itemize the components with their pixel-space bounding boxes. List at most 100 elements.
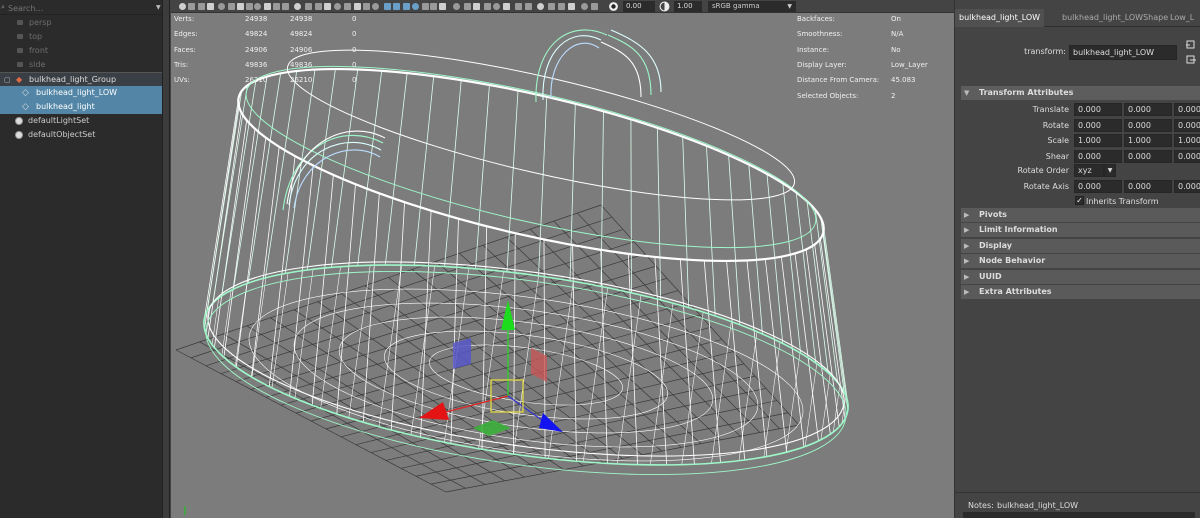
image-plane-icon[interactable]: [198, 3, 205, 10]
outliner-item-top[interactable]: top: [0, 30, 162, 44]
depth-of-field-icon[interactable]: [384, 3, 391, 10]
gamma-icon[interactable]: [659, 1, 670, 12]
node-name-field[interactable]: bulkhead_light_LOW: [1069, 45, 1177, 60]
rotate-z-field[interactable]: 0.000: [1174, 118, 1200, 132]
notes-text-area[interactable]: [963, 512, 1195, 518]
tab-transform-node[interactable]: bulkhead_light_LOW: [955, 9, 1045, 27]
screen-space-ao-icon[interactable]: [354, 3, 361, 10]
body-wall-edge: [420, 210, 432, 438]
shear-z-field[interactable]: 0.000: [1174, 149, 1200, 163]
bookmark-icon[interactable]: [188, 3, 195, 10]
outliner-item-high[interactable]: ◇ bulkhead_light: [0, 100, 162, 114]
shear-y-field[interactable]: 0.000: [1124, 149, 1172, 163]
bookmark-icon[interactable]: [473, 3, 480, 10]
safe-title-icon[interactable]: [568, 3, 575, 10]
scale-z-field[interactable]: 1.000: [1174, 134, 1200, 147]
outliner-item-low[interactable]: ◇ bulkhead_light_LOW: [0, 86, 162, 100]
wireframe-icon[interactable]: [581, 3, 588, 10]
use-all-lights-icon[interactable]: [334, 3, 341, 10]
resolution-gate-icon[interactable]: [525, 3, 532, 10]
translate-z-field[interactable]: 0.000: [1174, 103, 1200, 116]
scale-y-field[interactable]: 1.000: [1124, 134, 1172, 147]
use-default-material-icon[interactable]: [305, 3, 312, 10]
camera-view-icon[interactable]: [439, 3, 446, 10]
panel-splitter[interactable]: [162, 0, 170, 518]
grease-pencil-icon[interactable]: [207, 3, 214, 10]
camera-attributes-icon[interactable]: [179, 3, 186, 10]
outliner-item-object-set[interactable]: defaultObjectSet: [0, 128, 162, 142]
outliner-item-persp[interactable]: persp: [0, 16, 162, 30]
field-chart-icon[interactable]: [254, 3, 261, 10]
xray-joints-icon[interactable]: [412, 3, 419, 10]
xray-icon[interactable]: [403, 3, 410, 10]
section-extra-attributes[interactable]: ▶ Extra Attributes: [961, 285, 1200, 299]
outliner-item-front[interactable]: front: [0, 44, 162, 58]
rotate-order-dropdown[interactable]: xyz: [1074, 164, 1104, 177]
wireframe-icon[interactable]: [282, 3, 289, 10]
cube-icon[interactable]: [430, 3, 437, 10]
rotate-axis-z-field[interactable]: 0.000: [1174, 180, 1200, 193]
rotate-axis-y-field[interactable]: 0.000: [1124, 180, 1172, 193]
xray-components-icon[interactable]: [422, 3, 429, 10]
inherits-transform-checkbox[interactable]: ✓: [1075, 196, 1084, 205]
safe-action-icon[interactable]: [558, 3, 565, 10]
image-plane-icon[interactable]: [484, 3, 491, 10]
safe-title-icon[interactable]: [273, 3, 280, 10]
section-limit-information[interactable]: ▶ Limit Information: [961, 223, 1200, 238]
isolate-select-icon[interactable]: [393, 3, 400, 10]
film-gate-icon[interactable]: [228, 3, 235, 10]
safe-action-icon[interactable]: [264, 3, 271, 10]
translate-y-field[interactable]: 0.000: [1124, 103, 1172, 116]
chevron-down-icon[interactable]: ▼: [156, 4, 161, 11]
smooth-shade-icon[interactable]: [591, 3, 598, 10]
gamma-field[interactable]: 1.00: [674, 1, 702, 12]
body-wall-edge: [357, 70, 383, 266]
outliner-item-light-set[interactable]: defaultLightSet: [0, 114, 162, 128]
chevron-down-icon[interactable]: ▼: [1104, 164, 1116, 177]
shadows-icon[interactable]: [344, 3, 351, 10]
body-wall-edge: [682, 136, 690, 308]
viewport[interactable]: Verts: 24938 24938 0 Edges: 49824 49824 0 Faces:…: [171, 0, 954, 518]
grease-pencil-icon[interactable]: [493, 3, 500, 10]
film-gate-icon[interactable]: [515, 3, 522, 10]
section-uuid[interactable]: ▶ UUID: [961, 269, 1200, 284]
translate-x-field[interactable]: 0.000: [1074, 103, 1122, 116]
outliner-search-input[interactable]: [8, 2, 148, 14]
body-wall-edge: [748, 164, 763, 334]
gate-mask-icon[interactable]: [246, 3, 253, 10]
field-chart-icon[interactable]: [548, 3, 555, 10]
move-manipulator[interactable]: [419, 300, 563, 436]
rotate-x-field[interactable]: 0.000: [1074, 118, 1122, 132]
rotate-y-field[interactable]: 0.000: [1124, 118, 1172, 132]
outliner-item-group[interactable]: ▢ ◆ bulkhead_light_Group: [0, 72, 162, 86]
grid-small-icon[interactable]: [453, 3, 460, 10]
grid-icon[interactable]: [503, 3, 510, 10]
smooth-shade-icon[interactable]: [294, 3, 301, 10]
textured-icon[interactable]: [324, 3, 331, 10]
exposure-icon[interactable]: [608, 1, 619, 12]
presets-icon[interactable]: [1186, 55, 1196, 65]
scale-x-field[interactable]: 1.000: [1074, 134, 1122, 147]
tab-layer-node[interactable]: Low_L: [1166, 9, 1198, 27]
motion-blur-icon[interactable]: [363, 3, 370, 10]
section-transform-attributes[interactable]: ▼ Transform Attributes: [961, 86, 1200, 100]
focus-icon[interactable]: [1186, 40, 1196, 50]
section-pivots[interactable]: ▶ Pivots: [961, 208, 1200, 222]
shear-x-field[interactable]: 0.000: [1074, 149, 1122, 163]
wireframe-on-shaded-icon[interactable]: [315, 3, 322, 10]
collapse-icon[interactable]: ▢: [4, 76, 12, 84]
resolution-gate-icon[interactable]: [237, 3, 244, 10]
rotate-axis-x-field[interactable]: 0.000: [1074, 180, 1122, 193]
tab-shape-node[interactable]: bulkhead_light_LOWShape: [1058, 9, 1172, 27]
gate-mask-icon[interactable]: [537, 3, 544, 10]
section-node-behavior[interactable]: ▶ Node Behavior: [961, 254, 1200, 269]
set-icon: [15, 117, 23, 125]
outliner-item-label: top: [29, 32, 43, 41]
color-space-dropdown[interactable]: sRGB gamma ▼: [708, 1, 796, 12]
camera-attributes-icon[interactable]: [464, 3, 471, 10]
anti-aliasing-icon[interactable]: [372, 3, 379, 10]
grid-icon[interactable]: [218, 3, 225, 10]
section-display[interactable]: ▶ Display: [961, 238, 1200, 253]
outliner-item-side[interactable]: side: [0, 58, 162, 72]
exposure-field[interactable]: 0.00: [623, 1, 655, 12]
